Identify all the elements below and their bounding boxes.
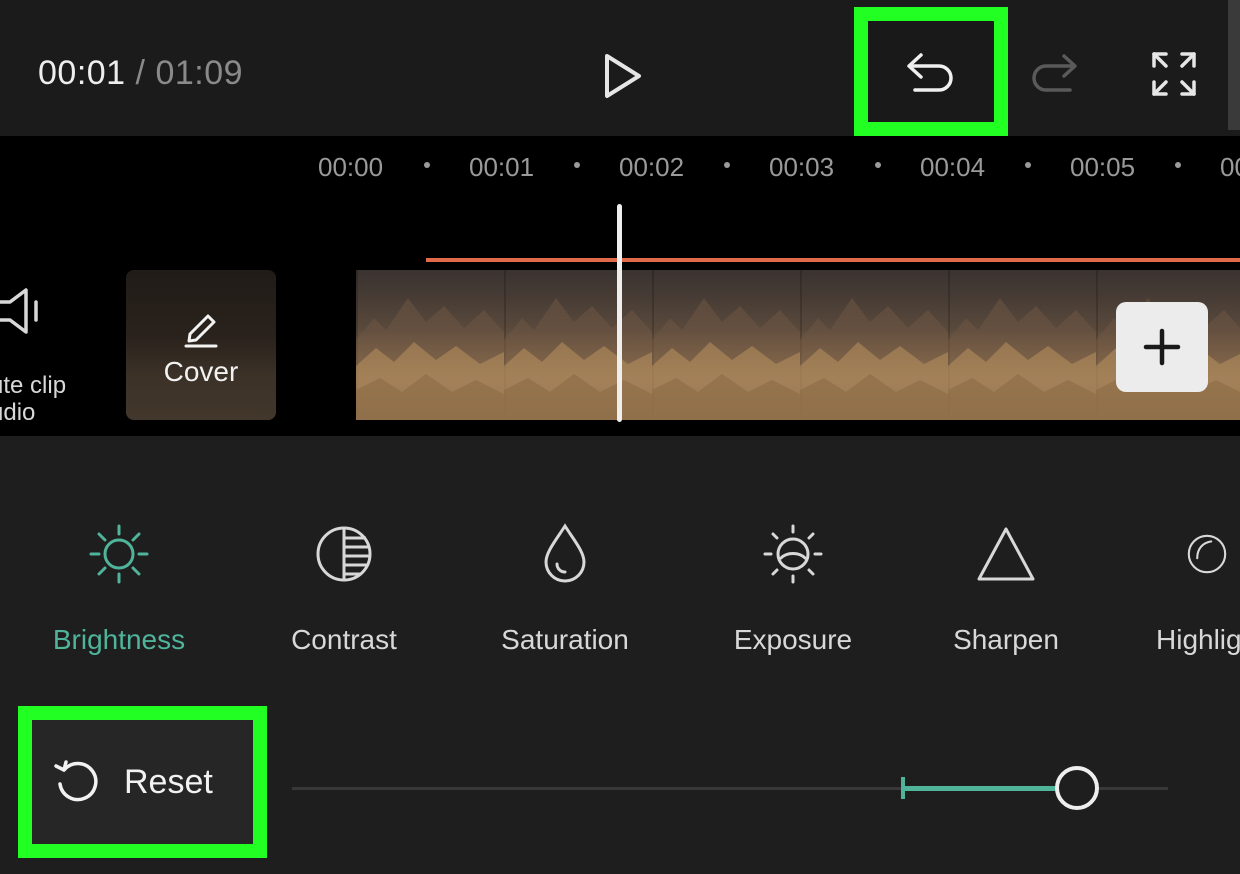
total-duration: 01:09 (155, 54, 244, 92)
sun-icon (83, 518, 155, 590)
audio-track-line[interactable] (426, 258, 1240, 262)
ruler-tick: 00:00 (318, 152, 384, 182)
tool-brightness[interactable]: Brightness (48, 518, 190, 656)
exposure-icon (757, 518, 829, 590)
tool-exposure[interactable]: Exposure (728, 518, 858, 656)
contrast-icon (308, 518, 380, 590)
ruler-dot (1025, 162, 1031, 168)
undo-button[interactable] (854, 7, 1008, 136)
redo-icon (1032, 54, 1077, 92)
drop-icon (529, 518, 601, 590)
slider-center-mark (901, 777, 905, 799)
tool-label: Brightness (52, 624, 186, 655)
tool-highlight[interactable]: Highlig (1156, 518, 1240, 656)
time-separator: / (135, 54, 146, 92)
mute-clip-audio-button[interactable]: ute clip udio (0, 286, 90, 426)
speaker-icon (0, 288, 38, 334)
ruler-tick: 00:03 (769, 152, 835, 182)
ruler-tick: 00 (1220, 152, 1240, 182)
adjust-toolbar: Brightness Contrast Saturation Exposure … (0, 436, 1240, 706)
slider-fill (903, 786, 1077, 791)
timeline[interactable]: 00:00 00:01 00:02 00:03 00:04 00:05 00 u… (0, 136, 1240, 436)
highlight-icon (1156, 518, 1228, 590)
tool-saturation[interactable]: Saturation (494, 518, 636, 656)
plus-icon (1143, 328, 1181, 366)
tool-label: Saturation (501, 624, 629, 655)
reset-button[interactable]: Reset (18, 706, 267, 858)
tool-label: Exposure (733, 624, 853, 655)
reset-icon (54, 760, 98, 802)
ruler-dot (424, 162, 430, 168)
video-clip[interactable] (356, 270, 1240, 420)
pencil-icon (184, 314, 218, 348)
ruler-dot (574, 162, 580, 168)
tool-label: Highlig (1156, 624, 1240, 655)
ruler-tick: 00:05 (1070, 152, 1136, 182)
ruler-dot (875, 162, 881, 168)
ruler-tick: 00:04 (920, 152, 986, 182)
ruler-dot (724, 162, 730, 168)
play-icon (605, 54, 641, 98)
triangle-icon (970, 518, 1042, 590)
reset-label: Reset (124, 762, 213, 801)
brightness-slider[interactable] (292, 766, 1168, 810)
ruler-tick: 00:01 (469, 152, 535, 182)
add-clip-button[interactable] (1116, 302, 1208, 392)
redo-button[interactable] (1028, 46, 1080, 104)
tool-sharpen[interactable]: Sharpen (948, 518, 1064, 656)
player-toolbar: 00:01 / 01:09 (0, 0, 1240, 136)
undo-icon (907, 52, 953, 92)
ruler-tick: 00:02 (619, 152, 685, 182)
adjust-controls: Reset (0, 706, 1240, 874)
mute-clip-label: ute clip udio (0, 372, 67, 426)
playhead[interactable] (617, 204, 622, 422)
cover-label: Cover (163, 356, 239, 387)
tool-contrast[interactable]: Contrast (284, 518, 404, 656)
tool-label: Sharpen (953, 624, 1059, 655)
playback-time: 00:01 / 01:09 (38, 54, 243, 93)
fullscreen-icon (1152, 52, 1196, 96)
slider-thumb[interactable] (1055, 766, 1099, 810)
cover-button[interactable]: Cover (126, 270, 276, 420)
ruler-dot (1175, 162, 1181, 168)
clip-thumbnails (356, 298, 1240, 420)
vertical-scrollbar[interactable] (1228, 0, 1240, 130)
play-button[interactable] (594, 48, 650, 104)
fullscreen-button[interactable] (1148, 48, 1200, 100)
current-time: 00:01 (38, 54, 126, 92)
tool-label: Contrast (291, 624, 397, 655)
